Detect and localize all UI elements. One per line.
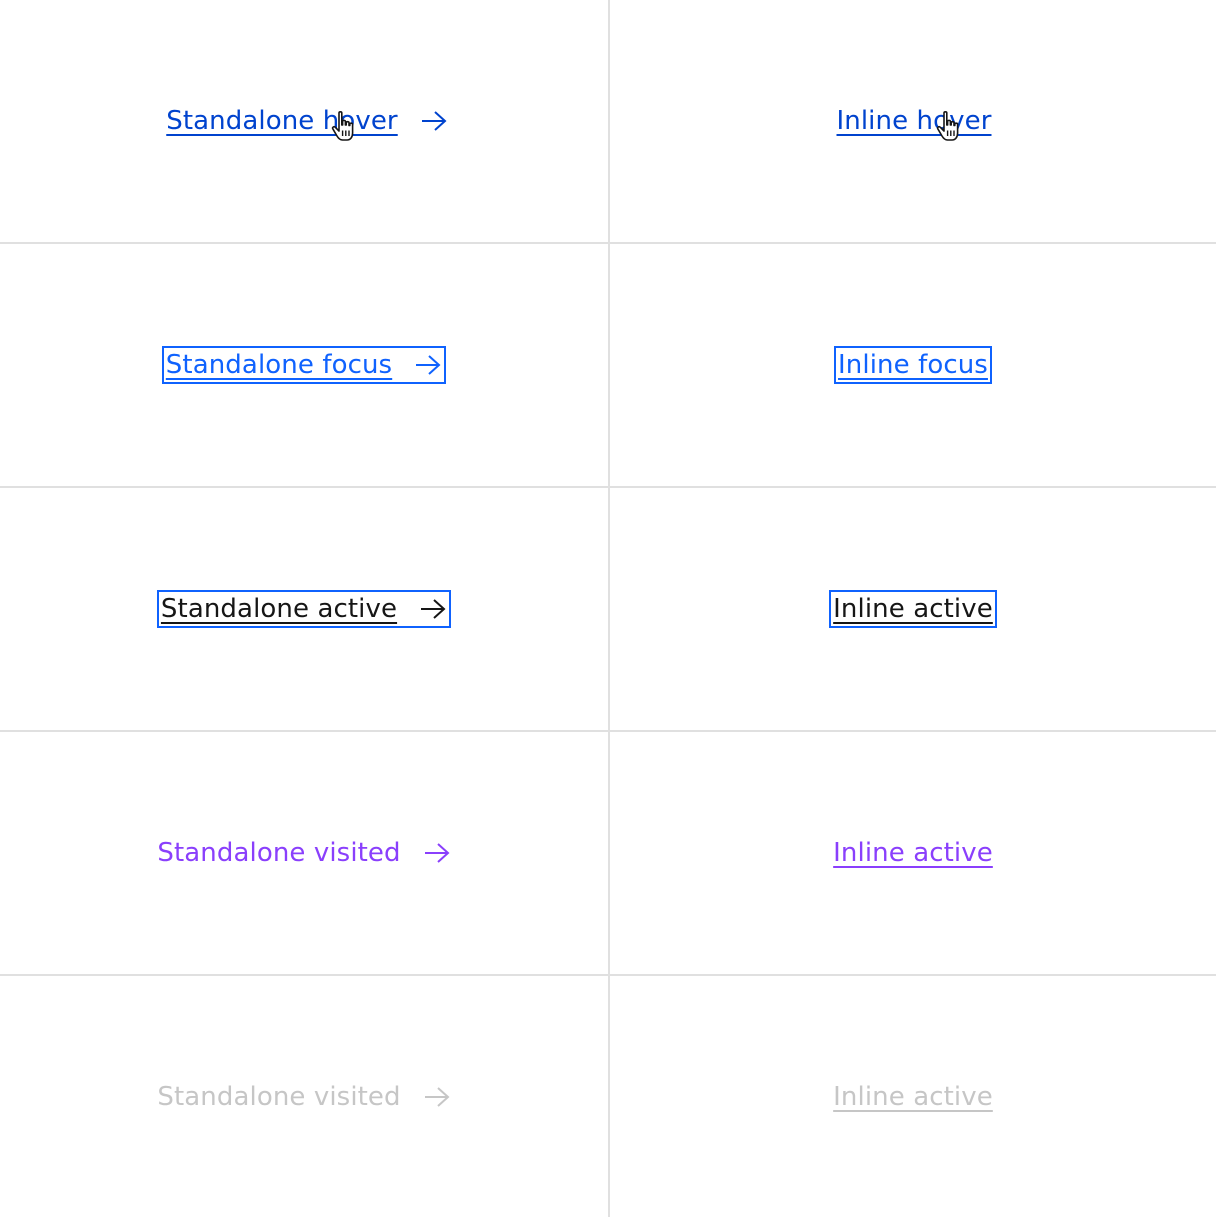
- cell-standalone-focus: Standalone focus: [0, 244, 608, 486]
- link-states-grid: Standalone hover Inline hover Standalone…: [0, 0, 1216, 1217]
- cell-inline-visited: Inline active: [610, 732, 1216, 974]
- arrow-right-icon: [423, 842, 451, 864]
- cell-inline-disabled: Inline active: [610, 976, 1216, 1217]
- inline-visited-label: Inline active: [833, 838, 993, 868]
- standalone-disabled-label: Standalone visited: [157, 1081, 401, 1112]
- inline-active-link[interactable]: Inline active: [829, 590, 997, 628]
- inline-hover-link[interactable]: Inline hover: [835, 104, 994, 141]
- inline-visited-link[interactable]: Inline active: [831, 836, 995, 870]
- standalone-active-link[interactable]: Standalone active: [156, 590, 452, 628]
- standalone-disabled-link: Standalone visited: [155, 1080, 452, 1114]
- cell-standalone-disabled: Standalone visited: [0, 976, 608, 1217]
- standalone-hover-link[interactable]: Standalone hover: [164, 104, 449, 141]
- standalone-visited-label: Standalone visited: [157, 838, 401, 868]
- inline-disabled-link: Inline active: [831, 1080, 995, 1114]
- arrow-right-icon: [414, 354, 442, 376]
- cell-standalone-visited: Standalone visited: [0, 732, 608, 974]
- arrow-right-icon: [420, 110, 448, 132]
- arrow-right-icon: [419, 598, 447, 620]
- pointer-hand-cursor-icon: [935, 110, 969, 148]
- arrow-right-icon: [423, 1086, 451, 1108]
- inline-focus-label: Inline focus: [838, 350, 988, 380]
- pointer-hand-cursor-icon: [330, 110, 364, 148]
- standalone-focus-link[interactable]: Standalone focus: [161, 346, 447, 384]
- inline-disabled-label: Inline active: [833, 1081, 993, 1112]
- cell-inline-active: Inline active: [610, 488, 1216, 730]
- cell-standalone-active: Standalone active: [0, 488, 608, 730]
- inline-active-label: Inline active: [833, 594, 993, 624]
- standalone-active-label: Standalone active: [160, 594, 398, 624]
- cell-inline-focus: Inline focus: [610, 244, 1216, 486]
- standalone-focus-label: Standalone focus: [165, 350, 393, 380]
- cell-inline-hover: Inline hover: [610, 0, 1216, 242]
- cell-standalone-hover: Standalone hover: [0, 0, 608, 242]
- inline-focus-link[interactable]: Inline focus: [834, 346, 992, 384]
- standalone-visited-link[interactable]: Standalone visited: [155, 836, 452, 870]
